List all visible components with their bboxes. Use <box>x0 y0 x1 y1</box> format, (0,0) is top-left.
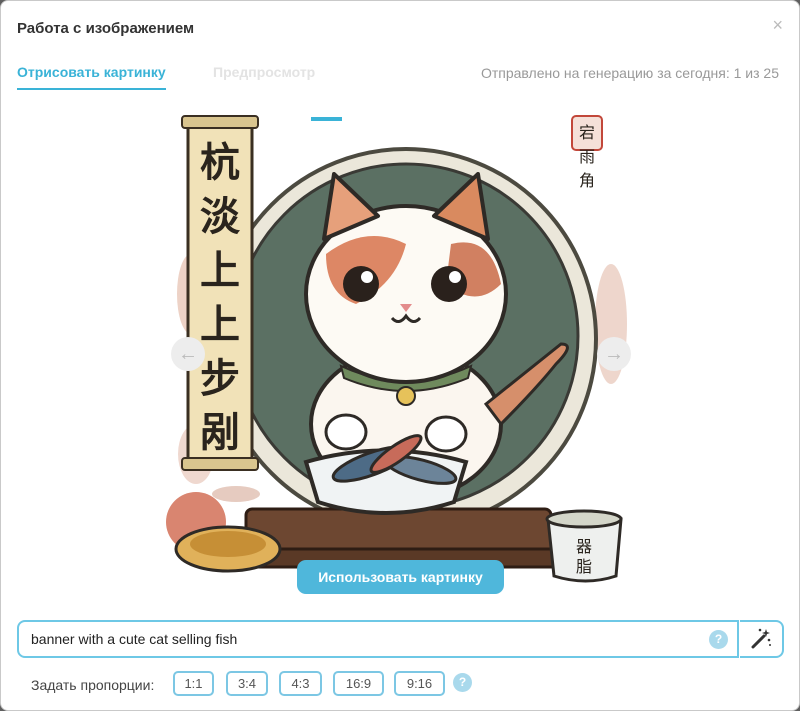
ratio-option-4-3[interactable]: 4:3 <box>279 671 322 696</box>
carousel-dot[interactable] <box>311 117 342 121</box>
tab-draw-picture[interactable]: Отрисовать картинку <box>17 64 166 90</box>
carousel-dot[interactable] <box>361 117 392 121</box>
magic-wand-icon <box>751 628 771 649</box>
prompt-field: ? <box>17 620 739 658</box>
bell <box>396 386 416 406</box>
cup-character: 器 <box>576 537 592 556</box>
generation-counter: Отправлено на генерацию за сегодня: 1 из… <box>480 65 779 81</box>
cup-character: 脂 <box>576 557 592 576</box>
dialog-title: Работа с изображением <box>17 20 195 37</box>
ratio-option-3-4[interactable]: 3:4 <box>226 671 268 696</box>
scroll-character: 上 <box>200 247 240 294</box>
prev-image-button[interactable]: ← <box>171 337 205 371</box>
scroll-character: 杭 <box>200 139 240 186</box>
stamp-character: 角 <box>579 171 595 190</box>
use-picture-button[interactable]: Использовать картинку <box>297 560 504 594</box>
arrow-right-icon: → <box>604 342 624 365</box>
stamp-character: 宕 <box>579 123 595 142</box>
next-image-button[interactable]: → <box>597 337 631 371</box>
carousel-dot[interactable] <box>411 117 442 121</box>
stamp-character: 雨 <box>579 147 595 166</box>
scroll-character: 步 <box>200 355 240 402</box>
prompt-help-icon[interactable]: ? <box>709 630 728 649</box>
arrow-left-icon: ← <box>178 342 198 365</box>
scroll-character: 剐 <box>200 409 240 456</box>
close-icon[interactable]: × <box>772 15 783 35</box>
generate-button[interactable] <box>740 620 784 658</box>
ratio-option-9-16[interactable]: 9:16 <box>394 671 445 696</box>
scroll-character: 上 <box>200 301 240 348</box>
cat-eye-right <box>431 266 467 302</box>
generated-image: 杭淡上上步剐 宕雨角 器脂 <box>156 104 646 602</box>
ratio-label: Задать пропорции: <box>31 677 155 693</box>
image-dialog: Работа с изображением × Отрисовать карти… <box>0 0 800 711</box>
tab-preview[interactable]: Предпросмотр <box>213 64 315 80</box>
prompt-input[interactable] <box>29 630 693 648</box>
ratio-option-16-9[interactable]: 16:9 <box>333 671 384 696</box>
ratio-option-1-1[interactable]: 1:1 <box>173 671 214 696</box>
cat-eye-left <box>343 266 379 302</box>
ratio-help-icon[interactable]: ? <box>453 673 472 692</box>
scroll-character: 淡 <box>200 193 241 240</box>
